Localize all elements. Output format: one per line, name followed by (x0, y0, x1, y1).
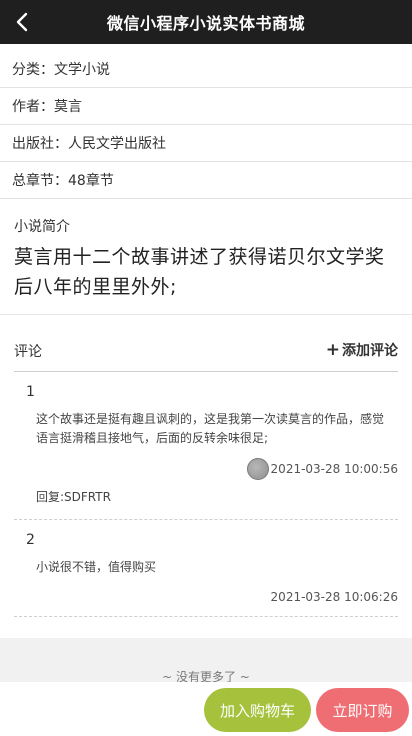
avatar (246, 458, 269, 480)
add-to-cart-button[interactable]: 加入购物车 (204, 688, 311, 732)
intro-text: 莫言用十二个故事讲述了获得诺贝尔文学奖后八年的里里外外; (14, 246, 385, 298)
comment-text: 小说很不错，值得购买 (36, 560, 157, 574)
chevron-left-icon (16, 12, 28, 32)
section-divider (0, 314, 412, 315)
intro-label: 小说简介 (14, 219, 70, 235)
category-label: 分类 (12, 62, 40, 78)
comment-meta: 2021-03-28 10:00:56 (246, 458, 398, 480)
nav-bar: 微信小程序小说实体书商城 (0, 0, 412, 44)
comments-label: 评论 (14, 344, 42, 360)
publisher-value: 人民文学出版社 (68, 136, 166, 152)
comment-time: 2021-03-28 10:06:26 (270, 590, 398, 604)
page-title: 微信小程序小说实体书商城 (106, 14, 305, 33)
back-button[interactable] (10, 8, 34, 36)
author-value: 莫言 (54, 99, 82, 115)
add-comment-button[interactable]: + 添加评论 (326, 336, 398, 360)
chapters-label: 总章节 (12, 173, 54, 189)
comment-time: 2021-03-28 10:00:56 (270, 462, 398, 476)
comment-index: 1 (26, 384, 35, 400)
info-row-author: 作者：莫言 (0, 88, 412, 125)
buy-now-button[interactable]: 立即订购 (316, 688, 409, 732)
plus-icon: + (325, 339, 340, 360)
info-row-publisher: 出版社：人民文学出版社 (0, 125, 412, 162)
publisher-label: 出版社 (12, 136, 54, 152)
add-comment-label: 添加评论 (342, 343, 398, 359)
comment-index: 2 (26, 532, 35, 548)
author-label: 作者 (12, 99, 40, 115)
comment-meta: 2021-03-28 10:06:26 (271, 590, 398, 604)
comment-item: 2 小说很不错，值得购买 2021-03-28 10:06:26 (14, 520, 398, 617)
comment-reply: 回复:SDFRTR (36, 490, 111, 504)
comment-text: 这个故事还是挺有趣且讽刺的，这是我第一次读莫言的作品，感觉语言挺滑稽且接地气，后… (36, 412, 385, 445)
chapters-value: 48章节 (68, 173, 114, 189)
info-row-chapters: 总章节： 48章节 (0, 162, 412, 199)
category-value: 文学小说 (54, 62, 110, 78)
comment-item: 1 这个故事还是挺有趣且讽刺的，这是我第一次读莫言的作品，感觉语言挺滑稽且接地气… (14, 372, 398, 520)
comments-header: 评论 + 添加评论 (14, 336, 398, 372)
info-row-category: 分类：文学小说 (0, 51, 412, 88)
